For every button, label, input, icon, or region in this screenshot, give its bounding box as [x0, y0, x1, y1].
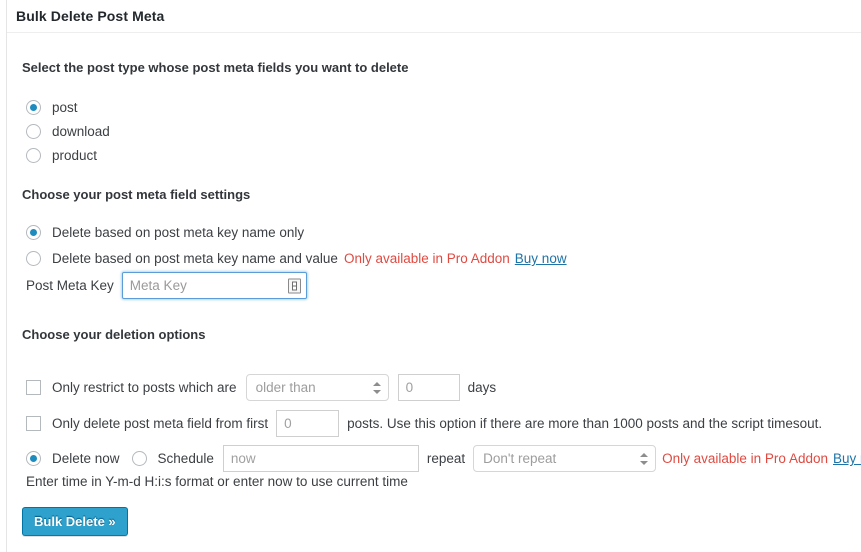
repeat-select[interactable]: Don't repeat	[473, 445, 657, 472]
page-title: Bulk Delete Post Meta	[16, 8, 165, 24]
radio-download-icon[interactable]	[26, 124, 41, 139]
restrict-days-unit: days	[467, 380, 497, 395]
radio-delete-now-icon[interactable]	[26, 451, 41, 466]
bulk-delete-panel: Bulk Delete Post Meta Select the post ty…	[6, 0, 861, 552]
restrict-days-input[interactable]	[397, 374, 460, 401]
restrict-condition-select[interactable]: older than	[245, 374, 389, 401]
post-meta-key-label: Post Meta Key	[26, 278, 114, 293]
pro-addon-note-schedule: Only available in Pro Addon	[662, 451, 828, 466]
schedule-row: Delete now Schedule repeat Don't repeat …	[26, 445, 861, 472]
contact-card-icon[interactable]	[287, 278, 301, 293]
radio-key-name-only-label: Delete based on post meta key name only	[52, 225, 305, 240]
post-type-heading: Select the post type whose post meta fie…	[22, 60, 409, 75]
buy-now-link-schedule[interactable]: Buy now	[833, 451, 861, 466]
radio-post-icon[interactable]	[26, 100, 41, 115]
limit-count-input[interactable]	[276, 410, 340, 437]
limit-posts-label-after: posts. Use this option if there are more…	[347, 416, 823, 431]
restrict-posts-checkbox[interactable]	[26, 380, 41, 395]
radio-option-product[interactable]: product	[26, 148, 97, 163]
radio-post-label: post	[52, 100, 78, 115]
post-meta-key-field-wrapper[interactable]	[121, 272, 307, 299]
radio-option-key-name-only[interactable]: Delete based on post meta key name only	[26, 225, 304, 240]
radio-key-name-and-value-icon[interactable]	[26, 251, 41, 266]
repeat-select-value: Don't repeat	[483, 451, 557, 466]
radio-option-key-name-and-value[interactable]: Delete based on post meta key name and v…	[26, 251, 567, 266]
radio-option-post[interactable]: post	[26, 100, 78, 115]
radio-product-icon[interactable]	[26, 148, 41, 163]
chevron-updown-icon	[372, 381, 381, 395]
buy-now-link-meta[interactable]: Buy now	[515, 251, 567, 266]
radio-schedule-label: Schedule	[157, 451, 214, 466]
limit-posts-row: Only delete post meta field from first p…	[26, 410, 822, 437]
post-meta-key-input[interactable]	[122, 273, 306, 298]
repeat-label: repeat	[426, 451, 466, 466]
panel-header: Bulk Delete Post Meta	[7, 0, 861, 33]
radio-download-label: download	[52, 124, 110, 139]
radio-key-name-only-icon[interactable]	[26, 225, 41, 240]
restrict-posts-row: Only restrict to posts which are older t…	[26, 374, 496, 401]
restrict-condition-value: older than	[255, 380, 316, 395]
radio-key-name-and-value-label: Delete based on post meta key name and v…	[52, 251, 338, 266]
radio-option-download[interactable]: download	[26, 124, 110, 139]
radio-product-label: product	[52, 148, 98, 163]
pro-addon-note-meta: Only available in Pro Addon	[343, 251, 510, 266]
radio-delete-now-label: Delete now	[52, 451, 120, 466]
bulk-delete-button[interactable]: Bulk Delete »	[22, 507, 128, 536]
radio-schedule-icon[interactable]	[131, 451, 147, 466]
schedule-time-input[interactable]	[222, 445, 419, 472]
screen: Bulk Delete Post Meta Select the post ty…	[0, 0, 861, 552]
meta-field-heading: Choose your post meta field settings	[22, 187, 251, 202]
limit-posts-checkbox[interactable]	[26, 416, 41, 431]
post-meta-key-row: Post Meta Key	[26, 272, 307, 299]
restrict-posts-label: Only restrict to posts which are	[52, 380, 237, 395]
chevron-updown-icon	[640, 452, 649, 466]
schedule-format-hint: Enter time in Y-m-d H:i:s format or ente…	[26, 474, 408, 489]
deletion-options-heading: Choose your deletion options	[22, 327, 206, 342]
limit-posts-label-before: Only delete post meta field from first	[52, 416, 269, 431]
